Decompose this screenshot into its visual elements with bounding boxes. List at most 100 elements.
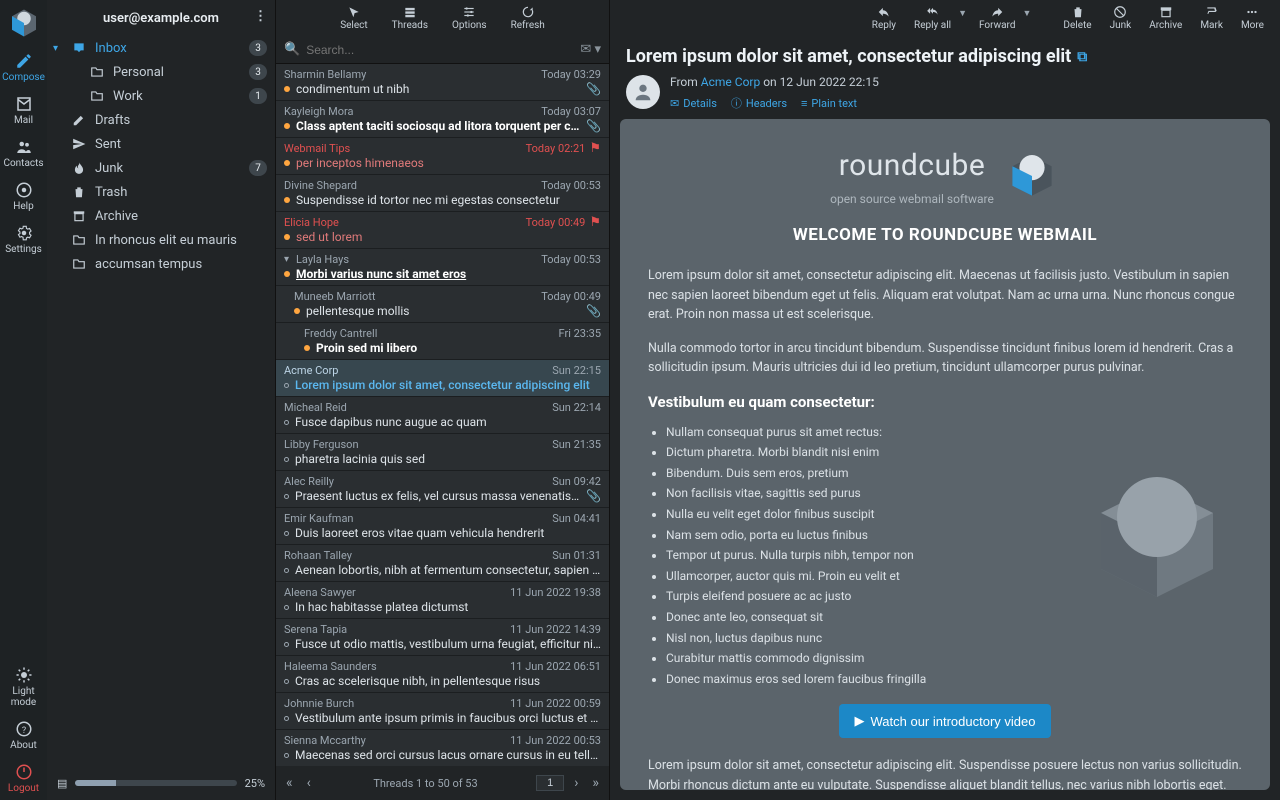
folder-list: ▾Inbox3Personal3Work1 Drafts Sent Junk7 Tras… <box>47 36 275 766</box>
body-para-2: Nulla commodo tortor in arcu tincidunt b… <box>648 339 1242 378</box>
thread-item[interactable]: Rohaan TalleySun 01:31Aenean lobortis, n… <box>276 545 609 582</box>
thread-item[interactable]: Acme CorpSun 22:15Lorem ipsum dolor sit … <box>276 360 609 397</box>
thread-item[interactable]: Serena Tapia11 Jun 2022 14:39Fusce ut od… <box>276 619 609 656</box>
thread-from: Sienna Mccarthy <box>284 734 510 747</box>
message-list-column: Select Threads Options Refresh 🔍 ✉ ▾ Sha… <box>276 0 610 800</box>
archive-button[interactable]: Archive <box>1143 5 1188 31</box>
caret-icon[interactable]: ▾ <box>53 43 63 54</box>
plaintext-chip[interactable]: ≡ Plain text <box>801 95 857 111</box>
mark-button[interactable]: Mark <box>1194 5 1229 31</box>
options-button[interactable]: Options <box>452 5 487 31</box>
folder-personal[interactable]: Personal3 <box>47 60 275 84</box>
search-input[interactable] <box>306 43 574 57</box>
thread-subject: pharetra lacinia quis sed <box>295 452 601 466</box>
help-nav[interactable]: Help <box>0 175 47 218</box>
folder-column: user@example.com ⋮ ▾Inbox3Personal3Work1… <box>47 0 276 800</box>
unread-dot <box>284 605 289 610</box>
user-menu-button[interactable]: ⋮ <box>254 9 267 24</box>
thread-item[interactable]: Haleema Saunders11 Jun 2022 06:51Cras ac… <box>276 656 609 693</box>
prev-page-button[interactable]: ‹ <box>303 773 315 793</box>
folder-accumsan-tempus[interactable]: accumsan tempus <box>47 252 275 276</box>
bullet-list: Nullam consequat purus sit amet rectus:D… <box>648 423 1044 689</box>
contacts-nav[interactable]: Contacts <box>0 132 47 175</box>
headers-chip[interactable]: ⓘ Headers <box>731 95 787 111</box>
cube-graphic <box>1072 391 1242 690</box>
thread-subject: Class aptent taciti sociosqu ad litora t… <box>296 119 580 133</box>
thread-item[interactable]: Sienna Mccarthy11 Jun 2022 00:53Maecenas… <box>276 730 609 766</box>
quota-bar: ▤ 25% <box>47 766 275 800</box>
thread-from: Divine Shepard <box>284 179 541 192</box>
flag-icon[interactable]: ⚑ <box>589 141 601 156</box>
thread-item[interactable]: Muneeb MarriottToday 00:49pellentesque m… <box>276 286 609 323</box>
details-chip[interactable]: ✉ Details <box>670 95 717 111</box>
flag-icon[interactable]: ⚑ <box>589 215 601 230</box>
thread-subject: Vestibulum ante ipsum primis in faucibus… <box>295 711 601 725</box>
next-page-button[interactable]: › <box>570 773 582 793</box>
thread-item[interactable]: Divine ShepardToday 00:53Suspendisse id … <box>276 175 609 212</box>
thread-date: Today 02:21 <box>526 142 586 155</box>
thread-item[interactable]: Freddy CantrellFri 23:35Proin sed mi lib… <box>276 323 609 360</box>
user-email: user@example.com <box>103 11 219 26</box>
folder-label: Sent <box>95 137 267 152</box>
last-page-button[interactable]: » <box>588 773 603 793</box>
open-external-icon[interactable]: ⧉ <box>1077 49 1087 65</box>
select-button[interactable]: Select <box>340 5 367 31</box>
thread-item[interactable]: Emir KaufmanSun 04:41Duis laoreet eros v… <box>276 508 609 545</box>
thread-item[interactable]: Alec ReillySun 09:42Praesent luctus ex f… <box>276 471 609 508</box>
thread-caret[interactable]: ▾ <box>284 254 294 265</box>
logout-button[interactable]: Logout <box>0 757 47 800</box>
unread-dot <box>284 642 289 647</box>
thread-item[interactable]: Micheal ReidSun 22:14Fusce dapibus nunc … <box>276 397 609 434</box>
page-input[interactable] <box>536 775 564 791</box>
folder-label: In rhoncus elit eu mauris <box>95 233 267 248</box>
more-button[interactable]: More <box>1235 5 1270 31</box>
folder-trash[interactable]: Trash <box>47 180 275 204</box>
thread-subject: Cras ac scelerisque nibh, in pellentesqu… <box>295 674 601 688</box>
thread-item[interactable]: Aleena Sawyer11 Jun 2022 19:38In hac hab… <box>276 582 609 619</box>
search-scope-icon[interactable]: ✉ ▾ <box>580 42 601 57</box>
lightmode-button[interactable]: Light mode <box>0 660 47 714</box>
thread-from: Haleema Saunders <box>284 660 510 673</box>
task-menu: Compose Mail Contacts Help Settings Ligh… <box>0 0 47 800</box>
reply-button[interactable]: Reply <box>866 5 902 31</box>
replyall-caret[interactable]: ▼ <box>958 8 967 19</box>
settings-nav[interactable]: Settings <box>0 218 47 261</box>
unread-badge: 3 <box>249 40 267 56</box>
folder-label: Drafts <box>95 113 267 128</box>
mail-nav[interactable]: Mail <box>0 89 47 132</box>
thread-item[interactable]: Webmail TipsToday 02:21⚑per inceptos him… <box>276 138 609 175</box>
folder-archive[interactable]: Archive <box>47 204 275 228</box>
compose-button[interactable]: Compose <box>0 46 47 89</box>
unread-dot <box>304 345 310 351</box>
watch-video-button[interactable]: ▶ Watch our introductory video <box>839 704 1052 738</box>
folder-icon <box>89 89 105 103</box>
replyall-button[interactable]: Reply all <box>908 5 957 31</box>
search-bar: 🔍 ✉ ▾ <box>276 36 609 64</box>
delete-button[interactable]: Delete <box>1057 5 1097 31</box>
sender-link[interactable]: Acme Corp <box>701 75 760 89</box>
thread-item[interactable]: Johnnie Burch11 Jun 2022 00:59Vestibulum… <box>276 693 609 730</box>
forward-caret[interactable]: ▼ <box>1023 8 1032 19</box>
folder-junk[interactable]: Junk7 <box>47 156 275 180</box>
fire-icon <box>71 161 87 175</box>
folder-inbox[interactable]: ▾Inbox3 <box>47 36 275 60</box>
folder-in-rhoncus-elit-eu-mauris[interactable]: In rhoncus elit eu mauris <box>47 228 275 252</box>
folder-label: Trash <box>95 185 267 200</box>
thread-item[interactable]: Sharmin BellamyToday 03:29condimentum ut… <box>276 64 609 101</box>
junk-button[interactable]: Junk <box>1104 5 1138 31</box>
thread-item[interactable]: Libby FergusonSun 21:35pharetra lacinia … <box>276 434 609 471</box>
folder-drafts[interactable]: Drafts <box>47 108 275 132</box>
folder-sent[interactable]: Sent <box>47 132 275 156</box>
refresh-button[interactable]: Refresh <box>511 5 545 31</box>
about-button[interactable]: ?About <box>0 714 47 757</box>
bullet-item: Nisl non, luctus dapibus nunc <box>666 629 1044 648</box>
thread-date: Today 00:49 <box>526 216 586 229</box>
thread-item[interactable]: ▾Layla HaysToday 00:53Morbi varius nunc … <box>276 249 609 286</box>
message-body: roundcube open source webmail software W… <box>620 119 1270 790</box>
first-page-button[interactable]: « <box>282 773 297 793</box>
thread-item[interactable]: Kayleigh MoraToday 03:07Class aptent tac… <box>276 101 609 138</box>
thread-item[interactable]: Elicia HopeToday 00:49⚑sed ut lorem <box>276 212 609 249</box>
threads-button[interactable]: Threads <box>392 5 428 31</box>
forward-button[interactable]: Forward <box>973 5 1022 31</box>
folder-work[interactable]: Work1 <box>47 84 275 108</box>
